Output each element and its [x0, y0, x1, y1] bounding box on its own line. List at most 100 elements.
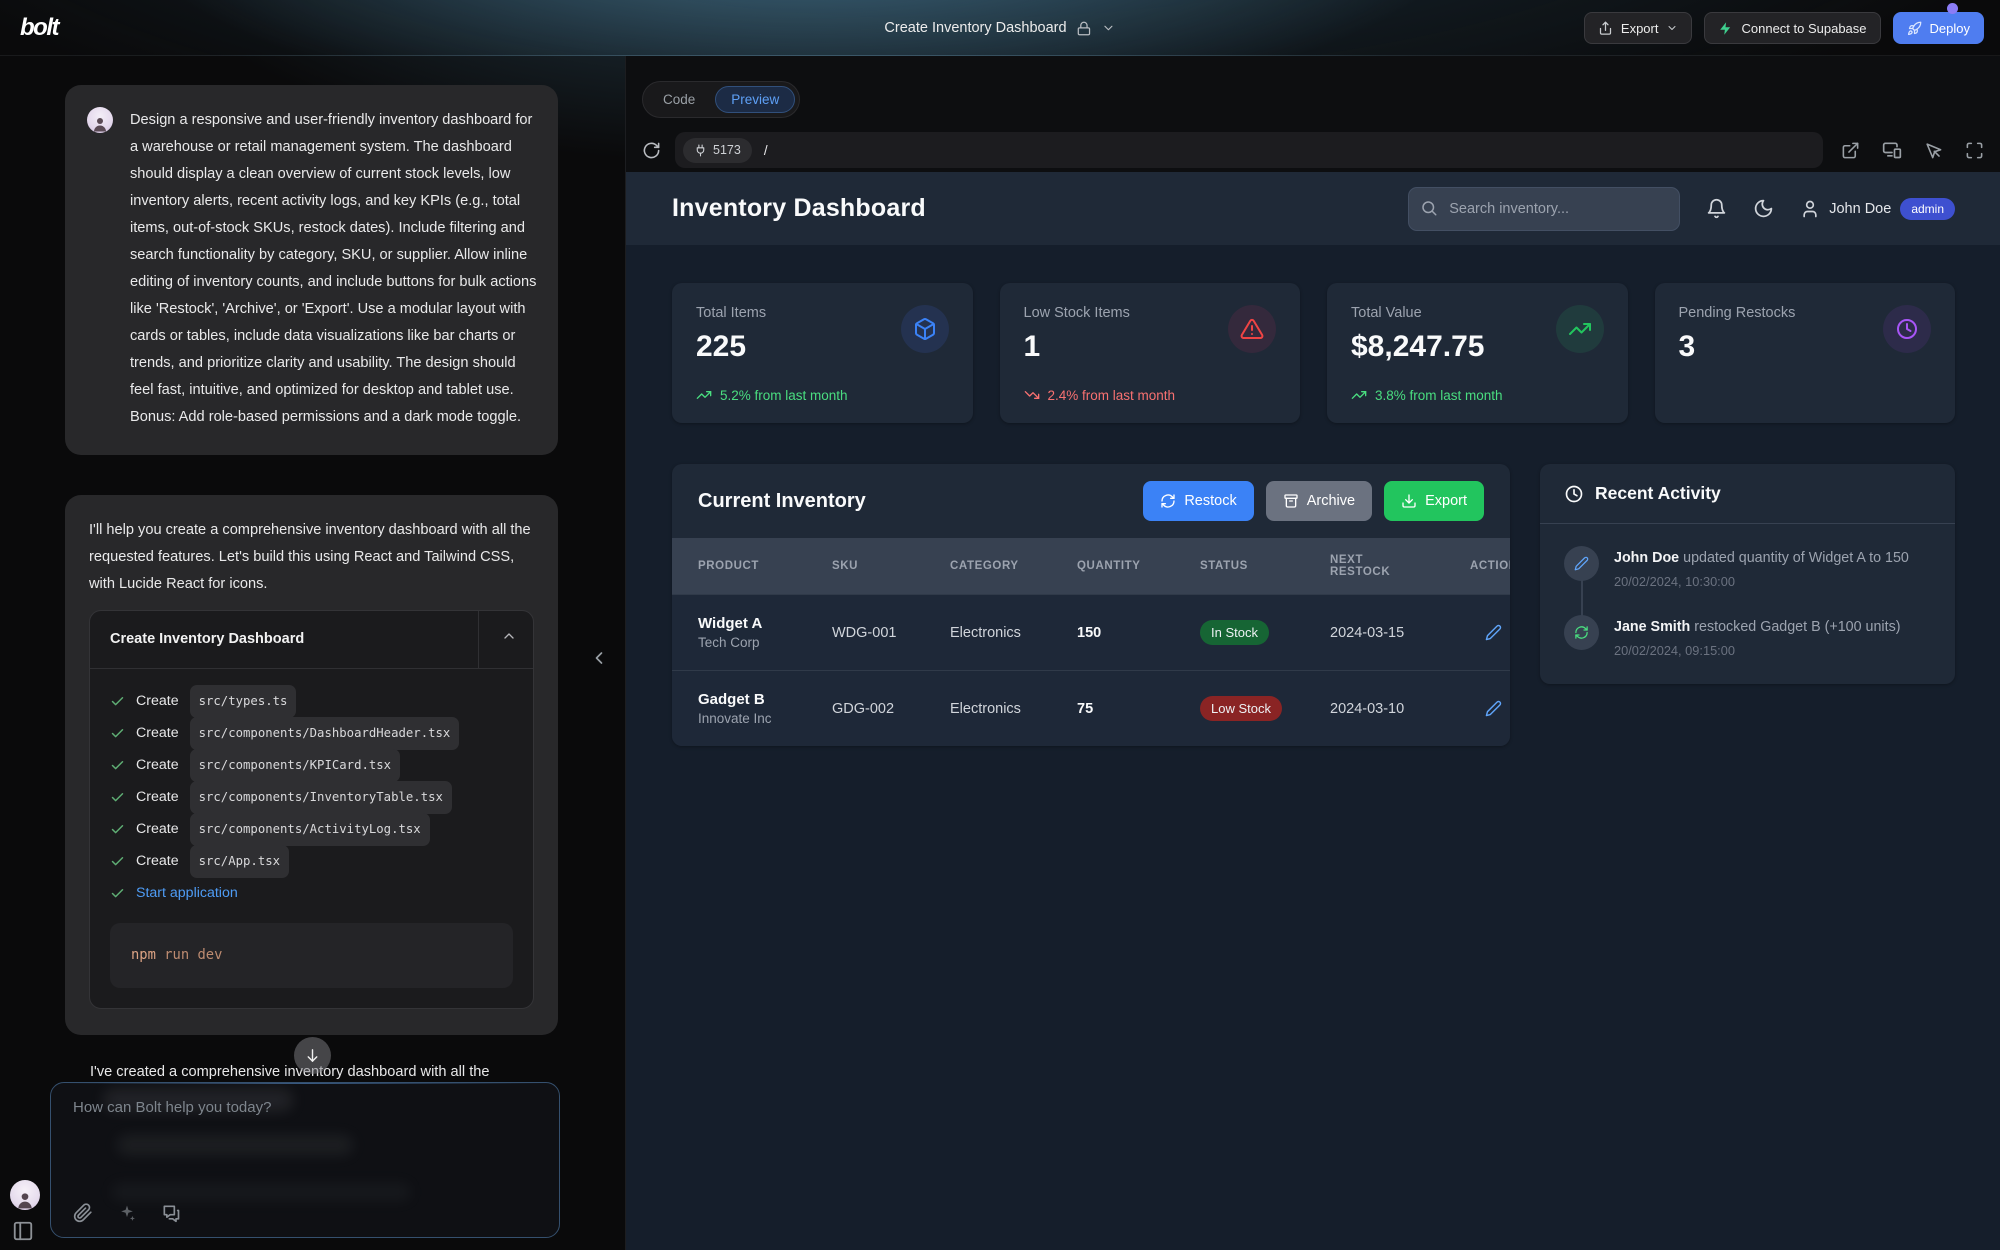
dashboard-header-actions: John Doe admin: [1408, 187, 1955, 231]
plug-icon: [694, 144, 707, 157]
activity-user: Jane Smith: [1614, 619, 1690, 635]
deploy-label: Deploy: [1930, 21, 1970, 36]
edit-pencil-icon[interactable]: [1485, 700, 1502, 717]
export-button[interactable]: Export: [1584, 12, 1693, 44]
archive-button[interactable]: Archive: [1266, 481, 1372, 521]
activity-action: restocked Gadget B (+100 units): [1690, 619, 1900, 635]
quantity-cell[interactable]: 75: [1077, 701, 1200, 717]
kpi-trend: 5.2% from last month: [696, 387, 848, 403]
user-avatar: [87, 107, 113, 133]
attach-link-icon[interactable]: [73, 1203, 93, 1223]
activity-list: John Doe updated quantity of Widget A to…: [1540, 524, 1955, 658]
kpi-trend: 3.8% from last month: [1351, 387, 1503, 403]
file-chip[interactable]: src/components/ActivityLog.tsx: [190, 813, 430, 846]
chevron-down-icon: [1102, 21, 1116, 35]
clock-icon: [1564, 484, 1584, 504]
edit-pencil-icon[interactable]: [1485, 624, 1502, 641]
file-chip[interactable]: src/components/InventoryTable.tsx: [190, 781, 452, 814]
plan-steps: Create src/types.ts Create src/component…: [90, 669, 533, 1008]
sparkles-icon[interactable]: [117, 1203, 137, 1223]
file-chip[interactable]: src/components/DashboardHeader.tsx: [190, 717, 460, 750]
product-name: Gadget B: [698, 691, 832, 708]
activity-action: updated quantity of Widget A to 150: [1679, 550, 1909, 566]
port-pill[interactable]: 5173: [683, 138, 752, 163]
plan-step-start: Start application: [110, 877, 513, 909]
recent-activity-card: Recent Activity John Doe updated quantit…: [1540, 464, 1955, 684]
kpi-card-total-items: Total Items 225 5.2% from last month: [672, 283, 973, 423]
status-badge: In Stock: [1200, 620, 1269, 645]
account-avatar[interactable]: [10, 1180, 40, 1210]
product-name: Widget A: [698, 615, 832, 632]
connect-supabase-button[interactable]: Connect to Supabase: [1704, 12, 1880, 44]
bolt-logo[interactable]: bolt: [20, 14, 58, 42]
restock-date-cell: 2024-03-15: [1330, 625, 1470, 641]
pencil-icon: [1564, 546, 1599, 581]
kpi-card-low-stock: Low Stock Items 1 2.4% from last month: [1000, 283, 1301, 423]
file-chip[interactable]: src/App.tsx: [190, 845, 289, 878]
check-icon: [110, 854, 125, 869]
user-message-text: Design a responsive and user-friendly in…: [130, 107, 538, 431]
bell-icon[interactable]: [1706, 198, 1727, 219]
product-supplier: Tech Corp: [698, 635, 832, 650]
sidebar-toggle-icon[interactable]: [12, 1220, 34, 1242]
step-action: Create: [136, 816, 179, 843]
clock-icon: [1883, 305, 1931, 353]
tab-preview[interactable]: Preview: [715, 86, 795, 113]
chat-panel: Design a responsive and user-friendly in…: [0, 56, 625, 1250]
supabase-bolt-icon: [1718, 21, 1733, 36]
chevron-up-icon[interactable]: [501, 628, 517, 644]
reload-icon[interactable]: [642, 141, 661, 160]
fullscreen-icon[interactable]: [1965, 140, 1984, 160]
collapse-chat-chevron[interactable]: [589, 648, 609, 668]
trending-up-icon: [696, 387, 712, 403]
plan-step: Create src/components/KPICard.tsx: [110, 749, 513, 781]
kpi-card-total-value: Total Value $8,247.75 3.8% from last mon…: [1327, 283, 1628, 423]
lock-icon: [1077, 21, 1092, 36]
command-args: run dev: [164, 947, 222, 963]
tab-code[interactable]: Code: [647, 86, 711, 113]
start-application-link[interactable]: Start application: [136, 880, 238, 907]
kpi-card-pending-restocks: Pending Restocks 3: [1655, 283, 1956, 423]
scroll-to-bottom-button[interactable]: [294, 1037, 331, 1074]
preview-controls: [1837, 140, 1984, 160]
project-title-menu[interactable]: Create Inventory Dashboard: [884, 0, 1115, 56]
activity-text: Jane Smith restocked Gadget B (+100 unit…: [1614, 615, 1900, 637]
trending-down-icon: [1024, 387, 1040, 403]
download-icon: [1401, 493, 1417, 509]
file-chip[interactable]: src/components/KPICard.tsx: [190, 749, 401, 782]
responsive-devices-icon[interactable]: [1882, 140, 1902, 160]
search-input[interactable]: [1408, 187, 1680, 231]
sku-cell: GDG-002: [832, 701, 950, 717]
restock-button[interactable]: Restock: [1143, 481, 1253, 521]
share-icon: [1598, 21, 1613, 36]
bolt-app-window: bolt Create Inventory Dashboard Export: [0, 0, 2000, 1250]
kpi-trend-text: 5.2% from last month: [720, 388, 848, 403]
archive-label: Archive: [1307, 493, 1355, 509]
export-table-button[interactable]: Export: [1384, 481, 1484, 521]
step-action: Create: [136, 784, 179, 811]
user-menu[interactable]: John Doe admin: [1800, 198, 1955, 220]
preview-iframe: Inventory Dashboard: [626, 172, 2000, 1250]
archive-icon: [1283, 493, 1299, 509]
plan-step: Create src/components/ActivityLog.tsx: [110, 813, 513, 845]
activity-user: John Doe: [1614, 550, 1679, 566]
quantity-cell[interactable]: 150: [1077, 625, 1200, 641]
activity-text: John Doe updated quantity of Widget A to…: [1614, 546, 1909, 568]
check-icon: [110, 886, 125, 901]
timeline-connector: [1581, 580, 1583, 626]
role-badge: admin: [1900, 198, 1955, 220]
chat-mode-icon[interactable]: [161, 1203, 181, 1223]
column-header: Next Restock: [1330, 544, 1470, 588]
file-chip[interactable]: src/types.ts: [190, 685, 297, 718]
chat-input[interactable]: [73, 1099, 533, 1183]
dark-mode-toggle-moon-icon[interactable]: [1753, 198, 1774, 219]
activity-header: Recent Activity: [1540, 464, 1955, 524]
trending-up-icon: [1556, 305, 1604, 353]
terminal-command: npm run dev: [110, 923, 513, 988]
open-external-icon[interactable]: [1841, 140, 1860, 160]
check-icon: [110, 694, 125, 709]
inspect-cursor-icon[interactable]: [1924, 140, 1943, 160]
deploy-button[interactable]: Deploy: [1893, 12, 1984, 44]
column-header: SKU: [832, 550, 950, 582]
url-bar[interactable]: 5173 /: [675, 132, 1823, 168]
